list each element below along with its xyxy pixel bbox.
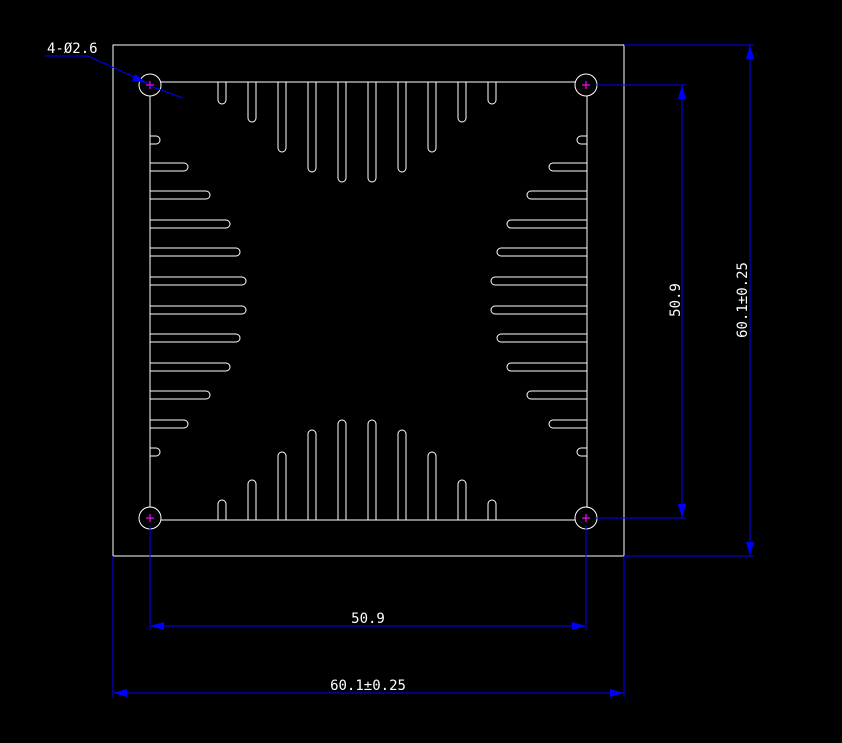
heatsink-fin-profile [149,81,588,521]
dimension-overall-width-label: 60.1±0.25 [330,678,406,694]
mounting-hole [574,73,598,97]
dimension-hole-spacing-horizontal-label: 50.9 [351,611,385,627]
mounting-hole [138,73,162,97]
hole-callout-label: 4-Ø2.6 [47,41,98,57]
dimension-overall-height-label: 60.1±0.25 [735,262,751,338]
dimension-hole-spacing-vertical-label: 50.9 [668,283,684,317]
hole-callout-leader [45,55,184,99]
heatsink-drawing: 4-Ø2.6 50.9 60.1±0.25 50.9 60.1±0.25 [45,41,754,697]
cad-drawing-canvas: 4-Ø2.6 50.9 60.1±0.25 50.9 60.1±0.25 [0,0,842,743]
